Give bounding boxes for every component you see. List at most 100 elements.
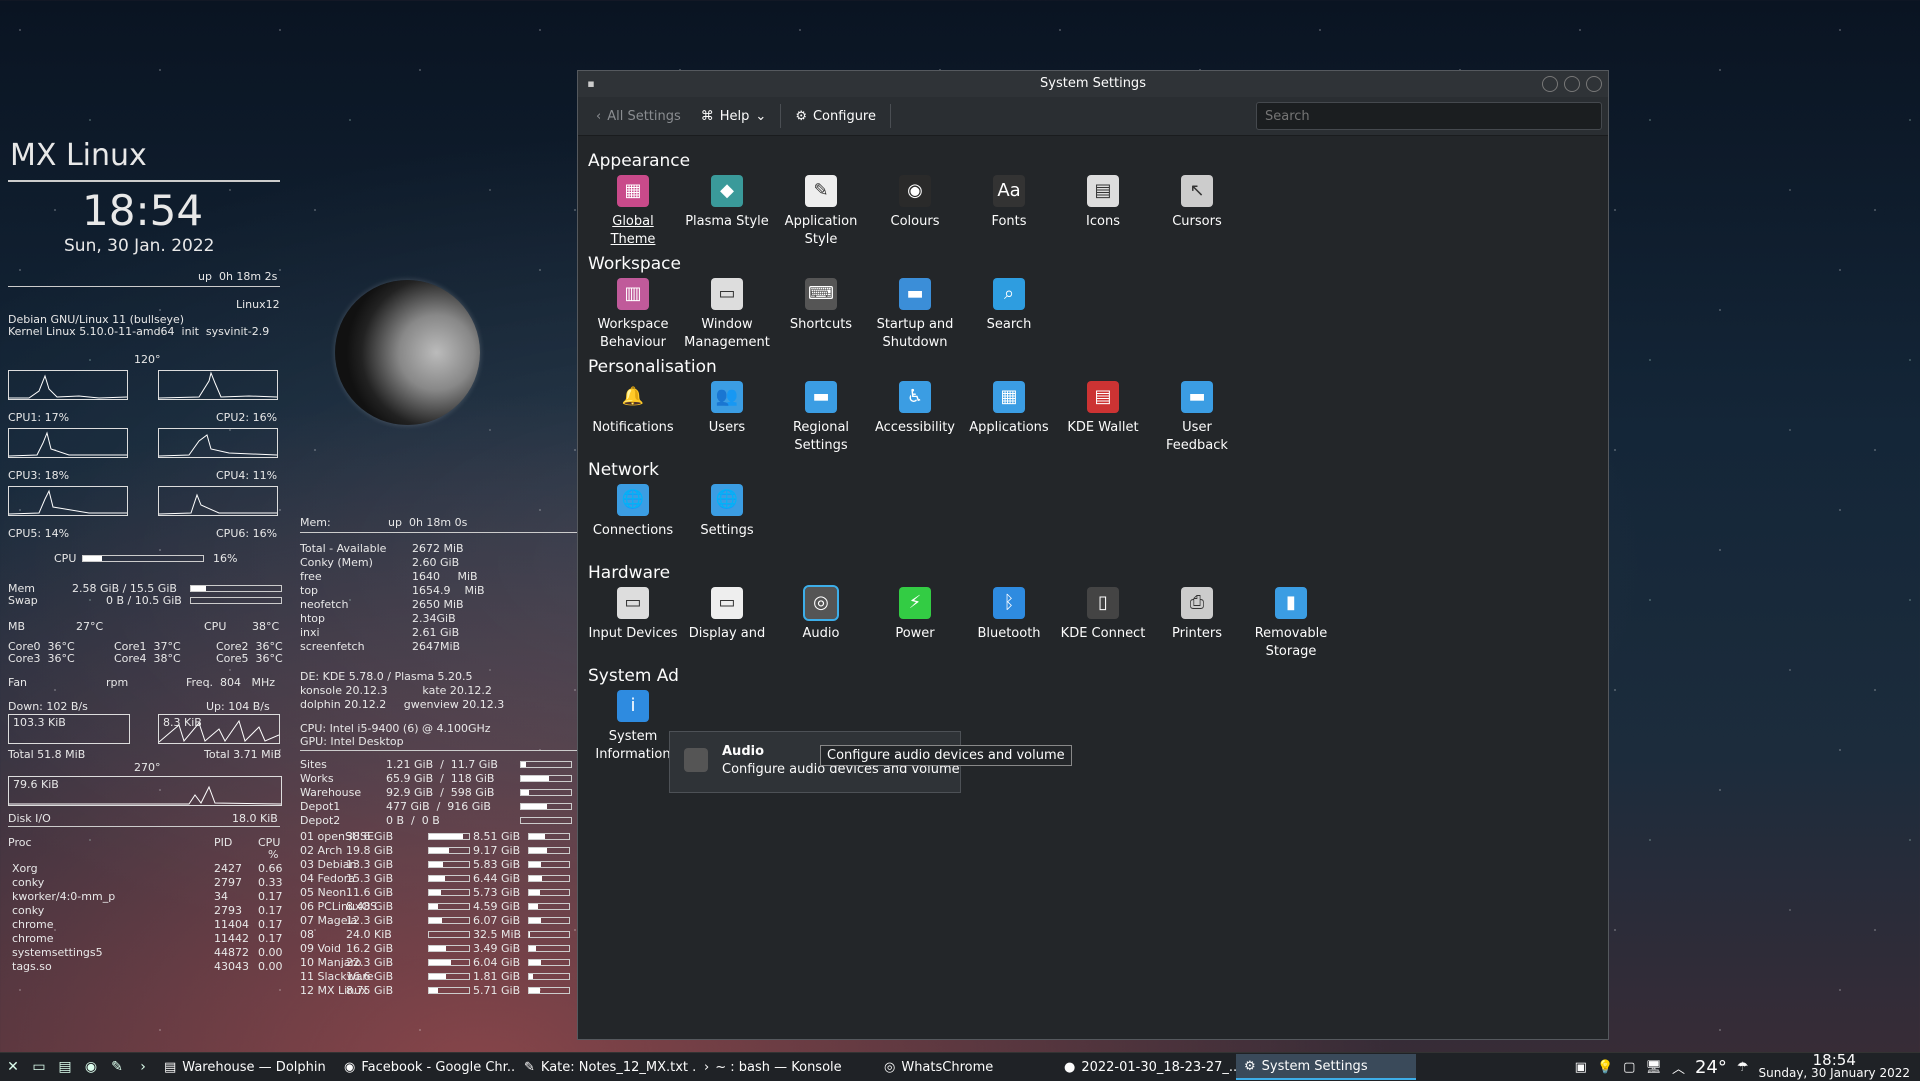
settings-item-global-theme[interactable]: ▦ Global Theme — [588, 175, 678, 249]
task-label: 2022-01-30_18-23-27_... — [1081, 1059, 1236, 1075]
conky-title: MX Linux — [10, 138, 147, 173]
settings-item-accessibility[interactable]: ♿ Accessibility — [870, 381, 960, 437]
folder-launcher-icon[interactable]: ▤ — [52, 1056, 78, 1078]
distro-free: 9.17 GiB — [473, 844, 521, 857]
settings-item-search[interactable]: ⌕ Search — [964, 278, 1054, 334]
proc-name: kworker/4:0-mm_p — [12, 890, 116, 903]
konsole-launcher-icon[interactable]: › — [130, 1056, 156, 1078]
distro-usage-bar — [528, 987, 570, 994]
settings-item-plasma-style[interactable]: ◆ Plasma Style — [682, 175, 772, 231]
configure-button[interactable]: ⚙ Configure — [785, 101, 886, 131]
site-usage: 0 B / 0 B — [386, 814, 440, 827]
site-usage-bar — [520, 775, 572, 782]
network-icon[interactable]: 🖥 — [1645, 1060, 1662, 1075]
weather-temp[interactable]: 24° — [1695, 1057, 1727, 1078]
taskbar-clock[interactable]: 18:54 Sunday, 30 January 2022 — [1759, 1053, 1910, 1080]
task-6[interactable]: ⚙ System Settings — [1236, 1054, 1416, 1080]
settings-item-shortcuts[interactable]: ⌨ Shortcuts — [776, 278, 866, 334]
weather-icon[interactable]: ☂ — [1737, 1060, 1749, 1075]
settings-item-fonts[interactable]: Aa Fonts — [964, 175, 1054, 231]
settings-item-system-information[interactable]: i System Information — [588, 690, 678, 764]
settings-item-regional-settings[interactable]: ▬ Regional Settings — [776, 381, 866, 455]
settings-item-kde-wallet[interactable]: ▤ KDE Wallet — [1058, 381, 1148, 437]
all-settings-button[interactable]: ‹ All Settings — [586, 101, 691, 131]
site-name: Depot1 — [300, 800, 341, 813]
window-title: System Settings — [1040, 76, 1146, 91]
terminal-launcher-icon[interactable]: ▭ — [26, 1056, 52, 1078]
bulb-icon[interactable]: 💡 — [1597, 1060, 1613, 1075]
settings-item-label: Icons — [1086, 214, 1120, 229]
settings-item-bluetooth[interactable]: ᛒ Bluetooth — [964, 587, 1054, 643]
search-input[interactable] — [1256, 102, 1602, 130]
settings-item-colours[interactable]: ◉ Colours — [870, 175, 960, 231]
distro-name: 02 Arch — [300, 844, 343, 857]
clipboard-icon[interactable]: ▣ — [1575, 1060, 1587, 1075]
notifications-icon: 🔔 — [621, 386, 645, 407]
task-0[interactable]: ▤ Warehouse — Dolphin — [156, 1054, 336, 1080]
settings-item-notifications[interactable]: 🔔 Notifications — [588, 381, 678, 437]
proc-name: conky — [12, 876, 45, 889]
task-label: Facebook - Google Chr... — [361, 1059, 516, 1075]
task-4[interactable]: ◎ WhatsChrome — [876, 1054, 1056, 1080]
mx-menu-icon[interactable]: ✕ — [0, 1056, 26, 1078]
settings-icon: 🌐 — [711, 484, 743, 516]
system-information-icon: i — [617, 690, 649, 722]
settings-item-application-style[interactable]: ✎ Application Style — [776, 175, 866, 249]
task-3[interactable]: › ~ : bash — Konsole — [696, 1054, 876, 1080]
kate-launcher-icon[interactable]: ✎ — [104, 1056, 130, 1078]
section-title: Network — [588, 460, 659, 480]
window-menu-icon[interactable]: ▪ — [584, 77, 598, 91]
settings-item-settings[interactable]: 🌐 Settings — [682, 484, 772, 540]
settings-item-display-and[interactable]: ▭ Display and — [682, 587, 772, 643]
total-up: Total 3.71 MiB — [204, 748, 282, 761]
cpu6-graph — [158, 486, 278, 516]
task-1[interactable]: ◉ Facebook - Google Chr... — [336, 1054, 516, 1080]
chrome-launcher-icon[interactable]: ◉ — [78, 1056, 104, 1078]
task-5[interactable]: ● 2022-01-30_18-23-27_... — [1056, 1054, 1236, 1080]
settings-item-audio[interactable]: ◎ Audio — [776, 585, 866, 643]
distro-usage-bar — [528, 861, 570, 868]
settings-item-label: KDE Wallet — [1067, 420, 1139, 435]
settings-item-users[interactable]: 👥 Users — [682, 381, 772, 437]
section-title: System Ad — [588, 666, 679, 686]
chevron-up-icon[interactable]: ︿ — [1672, 1058, 1685, 1077]
mem-row-value: 2647MiB — [412, 640, 461, 653]
conky-kernel: Kernel Linux 5.10.0-11-amd64 init sysvin… — [8, 325, 270, 338]
settings-item-printers[interactable]: ⎙ Printers — [1152, 587, 1242, 643]
minimize-button[interactable] — [1542, 76, 1558, 92]
settings-item-icons[interactable]: ▤ Icons — [1058, 175, 1148, 231]
plasma-style-icon: ◆ — [711, 175, 743, 207]
net-up-box-value: 8.3 KiB — [163, 716, 202, 729]
maximize-button[interactable] — [1564, 76, 1580, 92]
proc-name: systemsettings5 — [12, 946, 103, 959]
settings-item-connections[interactable]: 🌐 Connections — [588, 484, 678, 540]
distro-free: 6.07 GiB — [473, 914, 521, 927]
settings-item-user-feedback[interactable]: ▬ User Feedback — [1152, 381, 1242, 455]
applications-icon: ▦ — [993, 381, 1025, 413]
distro-usage-bar — [428, 987, 470, 994]
settings-item-kde-connect[interactable]: ▯ KDE Connect — [1058, 587, 1148, 643]
distro-used: 15.3 GiB — [346, 872, 394, 885]
mb-temp: 27°C — [76, 620, 104, 633]
settings-item-removable-storage[interactable]: ▮ Removable Storage — [1246, 587, 1336, 661]
close-button[interactable] — [1586, 76, 1602, 92]
settings-item-power[interactable]: ⚡ Power — [870, 587, 960, 643]
settings-item-cursors[interactable]: ↖ Cursors — [1152, 175, 1242, 231]
task-2[interactable]: ✎ Kate: Notes_12_MX.txt ... — [516, 1054, 696, 1080]
settings-item-label: Display and — [688, 626, 766, 641]
users-icon: 👥 — [711, 381, 743, 413]
mem-row-label: top — [300, 584, 319, 597]
fan-label: Fan — [8, 676, 28, 689]
device-icon[interactable]: ▢ — [1623, 1060, 1635, 1075]
settings-item-startup-and-shutdown[interactable]: ▬ Startup and Shutdown — [870, 278, 960, 352]
taskbar: ✕ ▭ ▤ ◉ ✎ › ▤ Warehouse — Dolphin ◉ Faceboo… — [0, 1052, 1920, 1081]
site-usage-bar — [520, 817, 572, 824]
display-and-icon: ▭ — [711, 587, 743, 619]
settings-item-input-devices[interactable]: ▭ Input Devices — [588, 587, 678, 643]
settings-item-applications[interactable]: ▦ Applications — [964, 381, 1054, 437]
title-bar[interactable]: ▪ System Settings — [578, 71, 1608, 97]
settings-item-workspace-behaviour[interactable]: ▥ Workspace Behaviour — [588, 278, 678, 352]
settings-item-window-management[interactable]: ▭ Window Management — [682, 278, 772, 352]
distro-name: 05 Neon — [300, 886, 347, 899]
help-button[interactable]: ⌘ Help ⌄ — [691, 101, 777, 131]
